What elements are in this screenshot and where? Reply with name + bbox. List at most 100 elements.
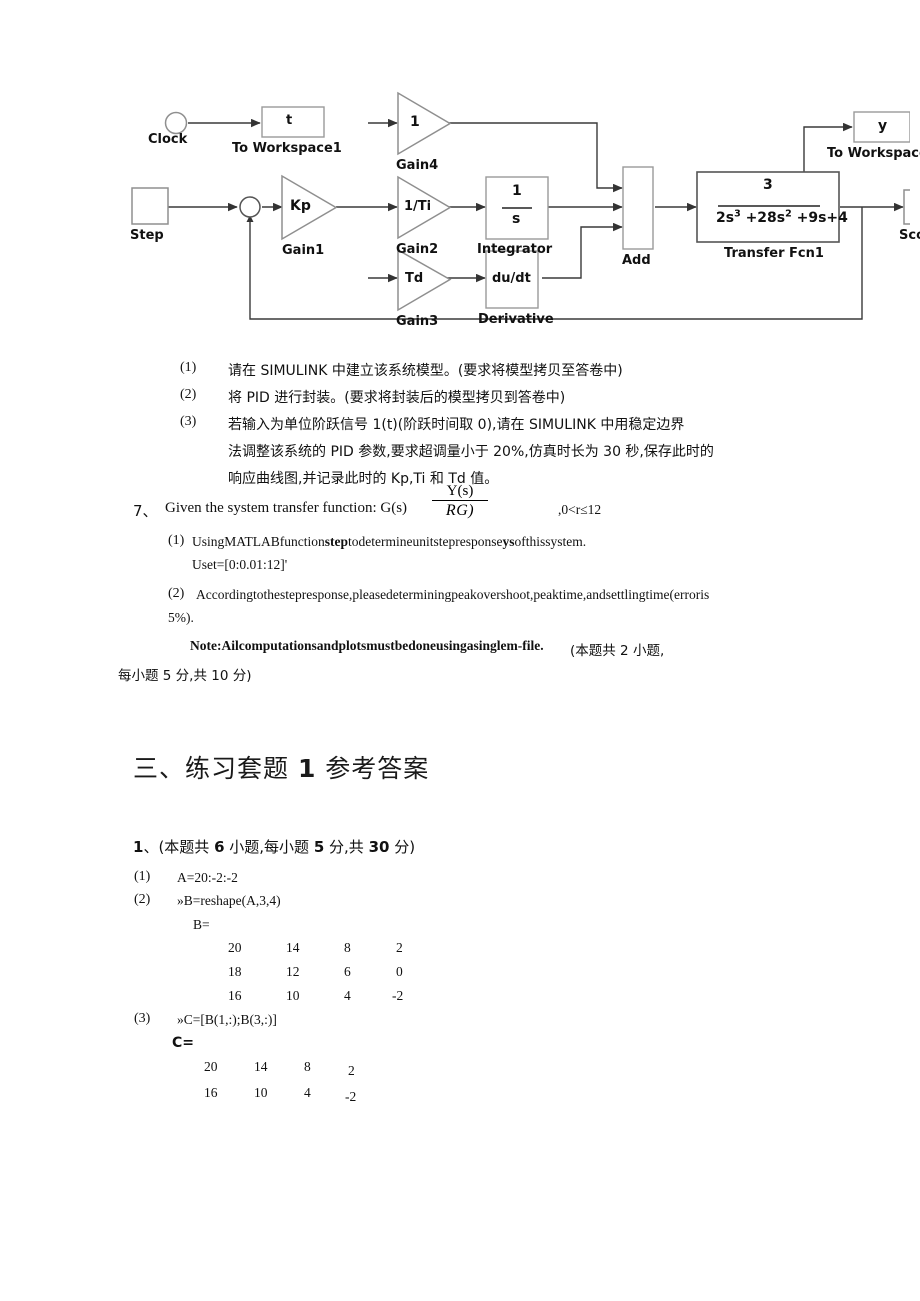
gain3-value: Td <box>405 271 424 286</box>
gain4-label: Gain4 <box>396 158 439 173</box>
matrix-c-r0c3: 2 <box>348 1063 355 1078</box>
gain2-value: 1/Ti <box>404 199 432 214</box>
q1-header-f: 分,共 <box>324 838 369 856</box>
matrix-c-r0c1: 14 <box>254 1059 268 1074</box>
matrix-c-r0c0: 20 <box>204 1059 218 1074</box>
heading-prefix: 三、练习套题 <box>133 754 298 783</box>
q7-item2-line1: Accordingtothestepresponse,pleasedetermi… <box>196 587 710 602</box>
step-block <box>131 187 169 225</box>
ans-item2-marker: (2) <box>134 892 151 907</box>
heading-suffix: 参考答案 <box>316 754 430 783</box>
matrix-b-r0c1: 14 <box>286 940 300 955</box>
document-page: Clock t To Workspace1 Step Kp Gain1 1 Ga… <box>0 0 920 1301</box>
ans-item2-result-label: B= <box>193 917 210 932</box>
to-workspace-value: y <box>878 118 888 134</box>
clock-label: Clock <box>148 132 188 147</box>
q1-header-b: 、(本题共 <box>143 838 215 856</box>
to-workspace-label: To Workspace <box>827 146 920 161</box>
sum-block <box>239 196 261 218</box>
q6-item3-line1: 若输入为单位阶跃信号 1(t)(阶跃时间取 0),请在 SIMULINK 中用稳… <box>228 417 685 433</box>
to-workspace1-label: To Workspace1 <box>232 141 342 156</box>
matrix-c-r1c1: 10 <box>254 1085 268 1100</box>
q6-item3-marker: (3) <box>180 414 197 429</box>
fraction-numerator: Y(s) <box>432 484 488 501</box>
derivative-value: du/dt <box>492 271 531 286</box>
matrix-b-r2c1: 10 <box>286 988 300 1003</box>
matrix-b-r2c3: -2 <box>392 988 404 1003</box>
q7-item2-line2: 5%). <box>168 610 194 625</box>
transfer-function-fraction: Y(s) RG) <box>432 484 488 519</box>
q7-item2-marker: (2) <box>168 586 185 601</box>
ans-item2-code: »B=reshape(A,3,4) <box>177 893 281 908</box>
clock-block <box>164 111 188 135</box>
q1-header-c: 6 <box>214 838 225 856</box>
q7-range: ,0<r≤12 <box>558 502 602 517</box>
integrator-denominator: s <box>512 211 521 227</box>
q7-item1-line2: Uset=[0:0.01:12]' <box>192 557 288 572</box>
q7-note-cn: (本题共 2 小题, <box>570 643 665 659</box>
ans-item1-marker: (1) <box>134 869 151 884</box>
q7-item1-line1: UsingMATLABfunctionsteptodetermineunitst… <box>192 534 586 550</box>
gain1-label: Gain1 <box>282 243 325 258</box>
transfer-fcn-numerator: 3 <box>763 177 773 193</box>
gain2-label: Gain2 <box>396 242 439 257</box>
q1-header-g: 30 <box>368 838 390 856</box>
fraction-denominator: RG) <box>445 502 475 519</box>
q7-item1-seg-c: todetermineunitstepresponse <box>348 534 503 549</box>
heading-number: 1 <box>297 754 317 783</box>
matrix-b-r2c0: 16 <box>228 988 242 1003</box>
step-label: Step <box>130 228 164 243</box>
matrix-b-r1c3: 0 <box>396 964 403 979</box>
scope-label: Scope <box>899 228 920 243</box>
matrix-c-r0c2: 8 <box>304 1059 311 1074</box>
matrix-b-r1c1: 12 <box>286 964 300 979</box>
transfer-fcn1-label: Transfer Fcn1 <box>724 246 824 261</box>
matrix-b-r2c2: 4 <box>344 988 351 1003</box>
integrator-numerator: 1 <box>512 183 522 199</box>
q1-header-h: 分) <box>389 838 416 856</box>
q1-header-e: 5 <box>313 838 325 856</box>
q7-note-bold: Note:Ailcomputationsandplotsmustbedoneus… <box>190 638 544 653</box>
q6-item3-line2: 法调整该系统的 PID 参数,要求超调量小于 20%,仿真时长为 30 秒,保存… <box>228 444 714 460</box>
ans-item1-code: A=20:-2:-2 <box>177 870 238 885</box>
gain4-value: 1 <box>410 114 420 130</box>
to-workspace1-value: t <box>286 113 293 128</box>
q6-item2-line1: 将 PID 进行封装。(要求将封装后的模型拷贝到答卷中) <box>228 390 566 406</box>
matrix-c-r1c2: 4 <box>304 1085 311 1100</box>
simulink-block-diagram: Clock t To Workspace1 Step Kp Gain1 1 Ga… <box>110 70 920 340</box>
q7-marker: 7、 <box>133 502 158 520</box>
q6-item1-marker: (1) <box>180 360 197 375</box>
q6-item2-marker: (2) <box>180 387 197 402</box>
q1-header-num: 1 <box>133 838 144 856</box>
add-block <box>622 166 654 250</box>
ans-item3-marker: (3) <box>134 1011 151 1026</box>
q7-stem: Given the system transfer function: G(s) <box>165 500 408 516</box>
matrix-b-r0c0: 20 <box>228 940 242 955</box>
matrix-b-r0c3: 2 <box>396 940 403 955</box>
matrix-c-r1c0: 16 <box>204 1085 218 1100</box>
answer-section-heading: 三、练习套题 1 参考答案 <box>133 749 429 785</box>
to-workspace1-block <box>261 106 325 138</box>
gain4-block <box>397 91 452 156</box>
integrator-label: Integrator <box>477 242 553 257</box>
ans-item3-result-label: C= <box>172 1035 195 1051</box>
q7-note-cn-line2: 每小题 5 分,共 10 分) <box>118 668 252 684</box>
scope-block <box>903 189 910 225</box>
gain1-value: Kp <box>290 198 311 214</box>
ans-item3-code: »C=[B(1,:);B(3,:)] <box>177 1012 277 1027</box>
matrix-b-r1c2: 6 <box>344 964 351 979</box>
matrix-c-r1c3: -2 <box>345 1089 357 1104</box>
q7-item1-seg-e: ofthissystem. <box>514 534 587 549</box>
matrix-b-r0c2: 8 <box>344 940 351 955</box>
q7-item1-seg-ys: ys <box>502 534 515 549</box>
q1-header: 1、(本题共 6 小题,每小题 5 分,共 30 分) <box>133 836 415 857</box>
q7-item1-seg-step: step <box>324 534 348 549</box>
matrix-b-r1c0: 18 <box>228 964 242 979</box>
q6-item1-line1: 请在 SIMULINK 中建立该系统模型。(要求将模型拷贝至答卷中) <box>228 363 623 379</box>
derivative-label: Derivative <box>478 312 554 327</box>
transfer-fcn-denominator: 2s3 +28s2 +9s+4 <box>716 208 848 226</box>
q1-header-d: 小题,每小题 <box>224 838 314 856</box>
q7-item1-seg-a: UsingMATLABfunction <box>192 534 325 549</box>
gain3-label: Gain3 <box>396 314 439 329</box>
q7-item1-marker: (1) <box>168 533 185 548</box>
